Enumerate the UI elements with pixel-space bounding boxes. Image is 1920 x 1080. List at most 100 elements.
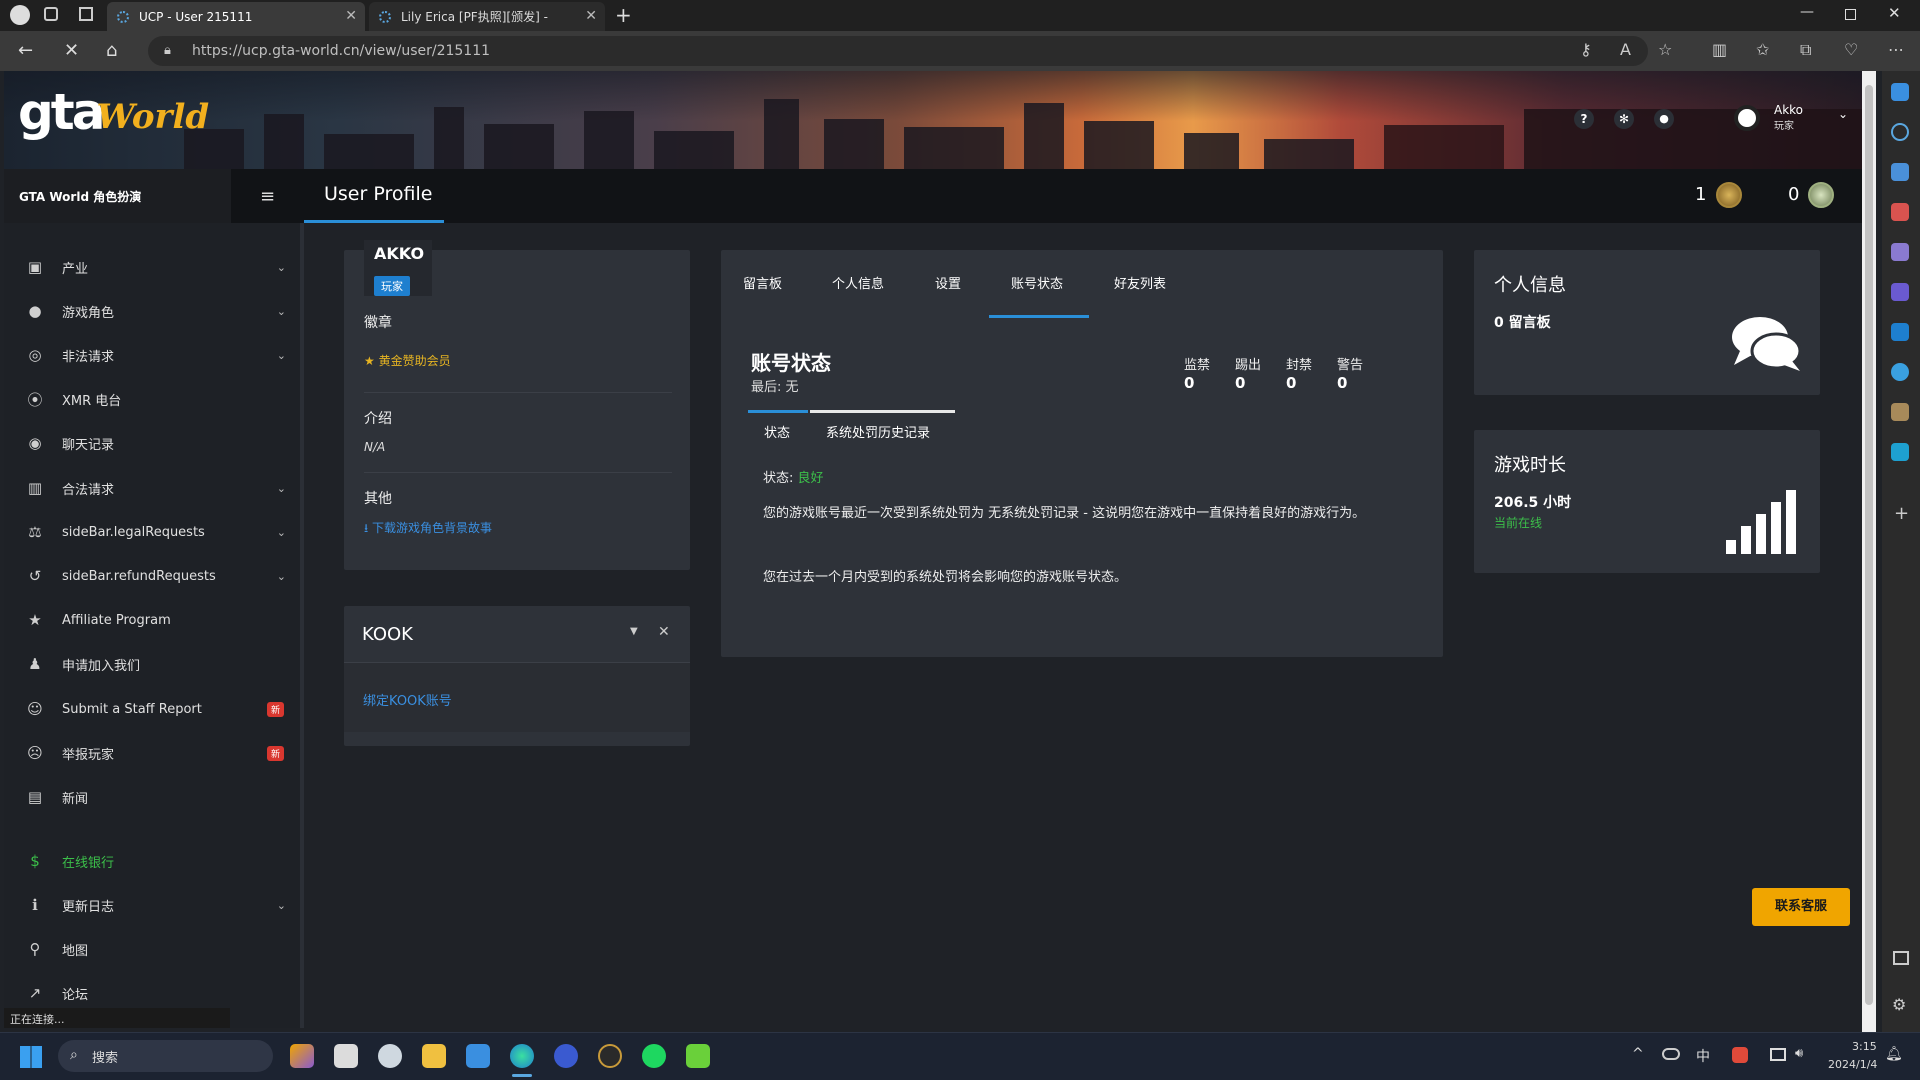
search-icon[interactable]	[1891, 123, 1909, 141]
task-view-icon[interactable]	[334, 1044, 358, 1068]
sidebar-item[interactable]: ℹ 更新日志 ⌄	[24, 890, 286, 920]
new-tab-icon[interactable]: +	[615, 3, 632, 27]
stop-icon[interactable]: ✕	[64, 40, 79, 61]
browser-tab-ucp[interactable]: UCP - User 215111 ✕	[107, 2, 365, 31]
sidebar-item-label: sideBar.legalRequests	[62, 524, 205, 540]
close-icon[interactable]: ✕	[658, 624, 670, 640]
sidebar-item[interactable]: $ 在线银行	[24, 846, 286, 876]
tray-chevron-icon[interactable]: ^	[1632, 1046, 1644, 1062]
copilot-icon[interactable]	[1891, 283, 1909, 301]
gta-world-logo[interactable]: gta World	[18, 77, 209, 137]
sidebar-item[interactable]: ◎ 非法请求 ⌄	[24, 340, 286, 370]
bell-icon[interactable]	[1891, 83, 1909, 101]
games-icon[interactable]	[1891, 243, 1909, 261]
back-icon[interactable]: ←	[18, 40, 33, 61]
sogou-icon[interactable]	[1732, 1047, 1748, 1063]
favorites-icon[interactable]: ✩	[1756, 40, 1769, 59]
profile-tab[interactable]: 设置	[935, 273, 961, 292]
ime-indicator[interactable]: 中	[1696, 1046, 1710, 1066]
add-icon[interactable]: +	[1894, 503, 1909, 524]
profile-icon[interactable]	[10, 5, 30, 25]
sidebar-item[interactable]: ▤ 新闻	[24, 782, 286, 812]
screenshot-icon[interactable]	[1893, 951, 1909, 965]
workspaces-icon[interactable]	[44, 7, 58, 21]
app-circle-icon[interactable]	[554, 1044, 578, 1068]
sidebar-settings-icon[interactable]: ⚙	[1892, 995, 1906, 1014]
weather-icon[interactable]	[378, 1044, 402, 1068]
edge-app-icon[interactable]	[1891, 443, 1909, 461]
url-input[interactable]: 🔒︎ https://ucp.gta-world.cn/view/user/21…	[148, 36, 1648, 66]
medal-icon[interactable]	[1716, 182, 1742, 208]
sidebar-item[interactable]: ▣ 产业 ⌄	[24, 252, 286, 282]
role-badge: 玩家	[374, 276, 410, 296]
scroll-thumb[interactable]	[1865, 85, 1873, 1005]
sidebar-item[interactable]: ↺ sideBar.refundRequests ⌄	[24, 561, 286, 591]
download-backstory-link[interactable]: ⭳ 下载游戏角色背景故事	[364, 519, 492, 540]
profile-tab[interactable]: 留言板	[743, 273, 782, 292]
outlook-icon[interactable]	[1891, 323, 1909, 341]
shopping-icon[interactable]	[1891, 163, 1909, 181]
subtab-status[interactable]: 状态	[764, 422, 790, 441]
profile-tab[interactable]: 好友列表	[1114, 273, 1166, 292]
sidebar-item[interactable]: ⦿ XMR 电台	[24, 384, 286, 414]
brand-name[interactable]: GTA World 角色扮演	[4, 169, 231, 223]
collections-icon[interactable]: ⧉	[1800, 40, 1811, 60]
collapse-icon[interactable]: ▼	[630, 626, 638, 637]
help-icon[interactable]: ?	[1574, 109, 1594, 129]
sidebar-item[interactable]: ◉ 聊天记录	[24, 428, 286, 458]
edge-icon[interactable]	[510, 1044, 534, 1068]
kook-icon[interactable]	[686, 1044, 710, 1068]
telegram-icon[interactable]	[1891, 363, 1909, 381]
favorite-star-icon[interactable]: ☆	[1658, 40, 1672, 59]
sidebar-item[interactable]: ⚲ 地图	[24, 934, 286, 964]
home-icon[interactable]: ⌂	[106, 40, 117, 61]
subtab-history[interactable]: 系统处罚历史记录	[826, 422, 930, 441]
sidebar-item[interactable]: ☺ Submit a Staff Report 新	[24, 694, 286, 724]
store-icon[interactable]	[466, 1044, 490, 1068]
app-shield-icon[interactable]	[598, 1044, 622, 1068]
tools-icon[interactable]	[1891, 203, 1909, 221]
health-icon[interactable]: ♡	[1844, 40, 1858, 59]
sidebar-item[interactable]: ↗ 论坛	[24, 978, 286, 1008]
onedrive-icon[interactable]	[1662, 1048, 1680, 1060]
tab-actions-icon[interactable]	[79, 7, 93, 21]
spotify-icon[interactable]	[642, 1044, 666, 1068]
volume-icon[interactable]: 🔊︎	[1795, 1046, 1803, 1061]
split-screen-icon[interactable]: ▥	[1712, 40, 1727, 59]
sidebar-item[interactable]: ● 游戏角色 ⌄	[24, 296, 286, 326]
clock-time[interactable]: 3:15	[1852, 1040, 1877, 1053]
profile-tab[interactable]: 账号状态	[1011, 273, 1063, 292]
minimize-icon[interactable]: —	[1800, 4, 1814, 20]
bind-kook-link[interactable]: 绑定KOOK账号	[363, 690, 452, 709]
hamburger-menu-icon[interactable]: ≡	[260, 186, 275, 207]
clock-date[interactable]: 2024/1/4	[1828, 1058, 1877, 1071]
sidebar-item[interactable]: ⚖ sideBar.legalRequests ⌄	[24, 517, 286, 547]
restore-icon[interactable]	[1845, 9, 1856, 20]
page-scrollbar[interactable]	[1862, 71, 1876, 1032]
user-menu[interactable]: Akko 玩家 ⌄	[1734, 101, 1854, 137]
sidebar-item[interactable]: ♟ 申请加入我们	[24, 649, 286, 679]
copilot-icon[interactable]	[290, 1044, 314, 1068]
read-aloud-icon[interactable]: A	[1620, 40, 1631, 59]
profile-tab[interactable]: 个人信息	[832, 273, 884, 292]
notification-bell-icon[interactable]: ●	[1654, 109, 1674, 129]
contact-support-button[interactable]: 联系客服	[1752, 888, 1850, 926]
browser-tab-lily[interactable]: Lily Erica [PF执照][颁发] - ✕	[369, 2, 605, 31]
start-icon[interactable]	[20, 1046, 42, 1068]
notification-center-icon[interactable]: 🔔︎	[1885, 1046, 1903, 1062]
sidebar-item[interactable]: ☹ 举报玩家 新	[24, 738, 286, 768]
online-status: 当前在线	[1494, 516, 1543, 530]
sidebar-item[interactable]: ★ Affiliate Program	[24, 605, 286, 635]
network-icon[interactable]	[1770, 1048, 1786, 1061]
taskbar-search[interactable]: ⌕ 搜索	[58, 1040, 273, 1072]
close-window-icon[interactable]: ✕	[1888, 4, 1901, 22]
close-icon[interactable]: ✕	[585, 8, 597, 24]
settings-gear-icon[interactable]: ✻	[1614, 109, 1634, 129]
key-icon[interactable]: ⚷	[1580, 40, 1592, 59]
close-icon[interactable]: ✕	[345, 8, 357, 24]
sidebar-item[interactable]: ▥ 合法请求 ⌄	[24, 473, 286, 503]
more-icon[interactable]: ⋯	[1888, 40, 1904, 59]
file-explorer-icon[interactable]	[422, 1044, 446, 1068]
coin-icon[interactable]	[1808, 182, 1834, 208]
app-icon[interactable]	[1891, 403, 1909, 421]
